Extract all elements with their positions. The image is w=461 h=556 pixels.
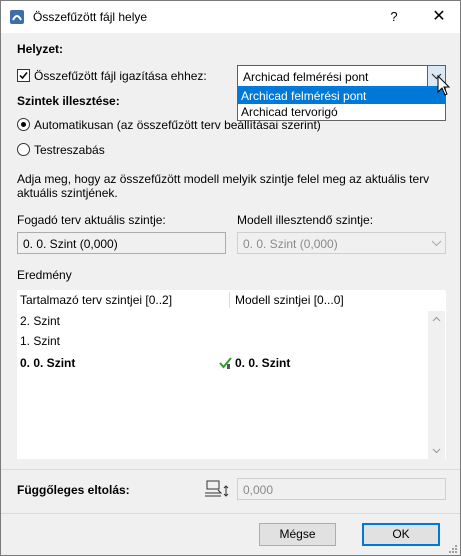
position-heading: Helyzet: <box>17 42 64 56</box>
table-row[interactable]: 1. Szint <box>17 331 427 351</box>
row-host-story: 0. 0. Szint <box>20 356 76 370</box>
help-button[interactable]: ? <box>379 1 409 33</box>
align-checkbox-label[interactable]: Összefűzött fájl igazítása ehhez: <box>34 69 207 83</box>
section-divider <box>1 469 460 470</box>
app-icon <box>10 10 24 24</box>
table-row[interactable]: 0. 0. Szint 0. 0. Szint <box>17 353 427 373</box>
checkmark-icon <box>19 72 28 80</box>
table-row[interactable]: 2. Szint <box>17 311 427 331</box>
align-checkbox[interactable] <box>17 69 30 82</box>
match-check-icon <box>219 357 232 369</box>
row-model-story: 0. 0. Szint <box>235 356 291 370</box>
column-header-host[interactable]: Tartalmazó terv szintjei [0..2] <box>20 290 173 311</box>
dropdown-option-project-origin[interactable]: Archicad tervorigó <box>238 104 445 120</box>
row-host-story: 2. Szint <box>20 314 61 328</box>
row-host-story: 1. Szint <box>20 334 61 348</box>
mouse-cursor-icon <box>437 75 451 96</box>
window-title: Összefűzött fájl helye <box>33 10 148 24</box>
align-target-combo[interactable]: Archicad felmérési pont <box>237 65 446 87</box>
radio-selected-dot <box>21 122 26 127</box>
cancel-button[interactable]: Mégse <box>259 523 336 546</box>
levels-heading: Szintek illesztése: <box>17 94 120 108</box>
close-button[interactable]: ✕ <box>419 1 459 33</box>
model-story-value: 0. 0. Szint (0,000) <box>243 237 338 251</box>
column-header-model[interactable]: Modell szintjei [0...0] <box>235 290 344 311</box>
align-target-value: Archicad felmérési pont <box>243 70 369 84</box>
radio-automatic[interactable] <box>17 118 30 131</box>
vertical-offset-value: 0,000 <box>243 483 274 497</box>
footer-divider <box>1 513 460 514</box>
host-story-value: 0. 0. Szint (0,000) <box>23 237 118 251</box>
description-line-2: aktuális szintjének. <box>17 186 118 200</box>
ok-button[interactable]: OK <box>362 523 440 546</box>
model-story-label: Modell illesztendő szintje: <box>237 213 374 227</box>
radio-custom[interactable] <box>17 143 30 156</box>
model-story-combo: 0. 0. Szint (0,000) <box>237 232 446 254</box>
table-scrollbar[interactable] <box>428 311 445 459</box>
title-bar: Összefűzött fájl helye ? ✕ <box>1 1 460 33</box>
vertical-offset-field: 0,000 <box>237 478 446 500</box>
description-line-1: Adja meg, hogy az összefűzött modell mel… <box>17 172 430 186</box>
scroll-up-icon[interactable] <box>428 311 445 328</box>
dialog-window: Összefűzött fájl helye ? ✕ Helyzet: Össz… <box>0 0 461 556</box>
chevron-down-icon <box>431 240 442 247</box>
radio-custom-label[interactable]: Testreszabás <box>34 143 105 157</box>
align-target-dropdown-list[interactable]: Archicad felmérési pont Archicad tervori… <box>237 87 446 121</box>
column-separator[interactable] <box>229 292 230 308</box>
vertical-offset-label: Függőleges eltolás: <box>17 483 130 497</box>
resize-grip-icon[interactable] <box>448 544 458 554</box>
host-story-label: Fogadó terv aktuális szintje: <box>17 213 166 227</box>
dropdown-option-survey-point[interactable]: Archicad felmérési pont <box>238 88 445 104</box>
vertical-offset-icon <box>205 480 229 497</box>
host-story-field: 0. 0. Szint (0,000) <box>17 232 226 254</box>
scroll-down-icon[interactable] <box>428 442 445 459</box>
result-table: Tartalmazó terv szintjei [0..2] Modell s… <box>17 290 446 459</box>
result-heading: Eredmény <box>17 268 72 282</box>
